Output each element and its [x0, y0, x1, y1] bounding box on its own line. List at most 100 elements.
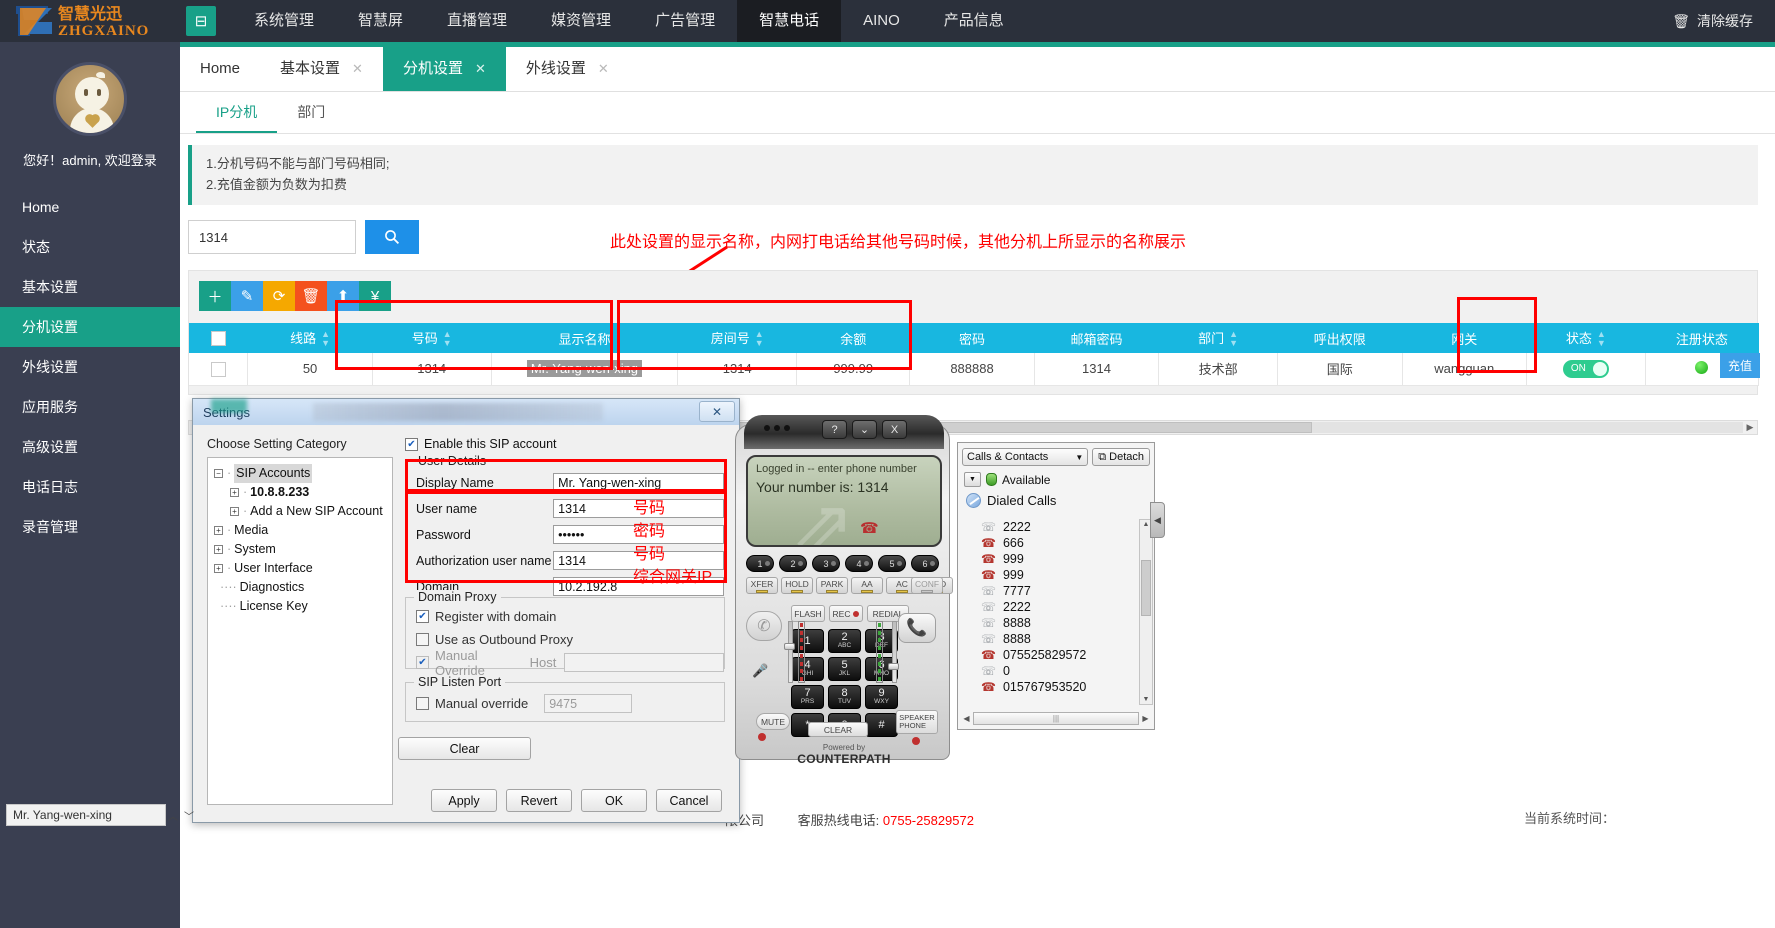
subtab-department[interactable]: 部门: [277, 92, 345, 133]
scroll-thumb[interactable]: [1141, 560, 1151, 616]
sidebar-item-recordings[interactable]: 录音管理: [0, 507, 180, 547]
header-status[interactable]: 状态▲▼: [1526, 323, 1645, 353]
list-item[interactable]: ☎999: [959, 567, 1137, 583]
header-call-permission[interactable]: 呼出权限: [1278, 323, 1402, 353]
row-recharge-button[interactable]: 充值: [1720, 353, 1760, 378]
add-button[interactable]: ＋: [199, 281, 231, 311]
use-outbound-proxy-checkbox[interactable]: ✔: [416, 633, 429, 646]
sidebar-item-trunk-settings[interactable]: 外线设置: [0, 347, 180, 387]
sidebar-item-status[interactable]: 状态: [0, 227, 180, 267]
line-key-1[interactable]: 1: [746, 555, 774, 572]
line-key-2[interactable]: 2: [779, 555, 807, 572]
tab-extension-settings[interactable]: 分机设置 ✕: [383, 46, 506, 91]
sip-manual-override-row[interactable]: ✔ Manual override 9475: [416, 692, 724, 715]
select-all-checkbox[interactable]: [211, 331, 226, 346]
list-item[interactable]: ☎015767953520: [959, 679, 1137, 695]
speaker-volume-slider[interactable]: [888, 621, 900, 670]
tree-node-user-interface[interactable]: + ·User Interface: [212, 559, 388, 578]
sidebar-item-advanced-settings[interactable]: 高级设置: [0, 427, 180, 467]
expand-icon[interactable]: +: [230, 507, 239, 516]
list-item[interactable]: ☏8888: [959, 631, 1137, 647]
topnav-item-6[interactable]: AINO: [841, 0, 922, 42]
park-button[interactable]: PARK: [816, 577, 848, 594]
register-with-domain-row[interactable]: ✔ Register with domain: [416, 605, 724, 628]
delete-button[interactable]: 🗑: [295, 281, 327, 311]
export-button[interactable]: ⬆: [327, 281, 359, 311]
expand-icon[interactable]: +: [230, 488, 239, 497]
close-icon[interactable]: X: [882, 420, 907, 439]
line-key-3[interactable]: 3: [812, 555, 840, 572]
tree-node-license-key[interactable]: ····License Key: [212, 597, 388, 616]
panel-collapse-handle[interactable]: ◀: [1150, 502, 1165, 538]
sort-icon[interactable]: ▲▼: [1229, 330, 1238, 348]
header-department[interactable]: 部门▲▼: [1159, 323, 1278, 353]
recharge-button[interactable]: ¥: [359, 281, 391, 311]
refresh-button[interactable]: ⟳: [263, 281, 295, 311]
list-item[interactable]: ☎075525829572: [959, 647, 1137, 663]
subtab-ip-extension[interactable]: IP分机: [196, 92, 277, 133]
key-4[interactable]: 4GHI: [791, 657, 824, 681]
sip-manual-override-checkbox[interactable]: ✔: [416, 697, 429, 710]
list-item[interactable]: ☏7777: [959, 583, 1137, 599]
tree-node-system[interactable]: + ·System: [212, 540, 388, 559]
calls-list-horizontal-scrollbar[interactable]: ◀ ||| ▶: [960, 711, 1152, 726]
collapse-icon[interactable]: −: [214, 469, 223, 478]
line-key-4[interactable]: 4: [845, 555, 873, 572]
scroll-down-icon[interactable]: ▼: [1140, 696, 1152, 703]
list-item[interactable]: ☏0: [959, 663, 1137, 679]
dialed-calls-list[interactable]: ☏2222 ☎666 ☎999 ☎999 ☏7777 ☏2222 ☏8888 ☏…: [959, 519, 1137, 705]
expand-icon[interactable]: +: [214, 526, 223, 535]
minimize-button[interactable]: ⌄: [852, 420, 877, 439]
conf-button[interactable]: CONF: [911, 577, 943, 594]
line-key-6[interactable]: 6: [911, 555, 939, 572]
line-key-5[interactable]: 5: [878, 555, 906, 572]
mic-volume-slider[interactable]: [784, 621, 796, 650]
xfer-button[interactable]: XFER: [746, 577, 778, 594]
speakerphone-button[interactable]: SPEAKERPHONE: [896, 710, 938, 734]
download-item[interactable]: Mr. Yang-wen-xing: [6, 804, 166, 826]
close-icon[interactable]: ✕: [699, 401, 735, 422]
tree-node-add-account[interactable]: + ·Add a New SIP Account: [212, 502, 388, 521]
scroll-thumb[interactable]: |||: [973, 712, 1139, 725]
header-gateway[interactable]: 网关: [1402, 323, 1526, 353]
header-display-name[interactable]: 显示名称: [491, 323, 678, 353]
list-item[interactable]: ☎666: [959, 535, 1137, 551]
search-button[interactable]: [365, 220, 419, 254]
edit-button[interactable]: ✎: [231, 281, 263, 311]
dialog-titlebar[interactable]: Settings ✕: [193, 399, 739, 425]
header-number[interactable]: 号码▲▼: [372, 323, 491, 353]
sort-icon[interactable]: ▲▼: [443, 330, 452, 348]
sidebar-item-call-logs[interactable]: 电话日志: [0, 467, 180, 507]
header-mail-password[interactable]: 邮箱密码: [1034, 323, 1158, 353]
app-logo[interactable]: 智慧光迅 ZHGXAINO: [0, 0, 180, 42]
aa-button[interactable]: AA: [851, 577, 883, 594]
presence-dropdown[interactable]: ▼: [964, 472, 981, 487]
display-name-input[interactable]: Mr. Yang-wen-xing: [553, 473, 724, 492]
sidebar-item-basic-settings[interactable]: 基本设置: [0, 267, 180, 307]
key-hash[interactable]: #: [865, 713, 898, 737]
expand-icon[interactable]: +: [214, 564, 223, 573]
clear-button[interactable]: Clear: [398, 737, 531, 760]
hold-button[interactable]: HOLD: [781, 577, 813, 594]
tab-trunk-settings[interactable]: 外线设置 ✕: [506, 46, 629, 91]
topnav-item-5[interactable]: 智慧电话: [737, 0, 841, 42]
close-icon[interactable]: ✕: [352, 46, 363, 91]
dialed-calls-group[interactable]: Dialed Calls: [958, 491, 1154, 510]
rec-button[interactable]: REC: [829, 605, 863, 622]
header-select-all[interactable]: [189, 323, 248, 353]
list-item[interactable]: ☏2222: [959, 519, 1137, 535]
header-room[interactable]: 房间号▲▼: [678, 323, 797, 353]
header-balance[interactable]: 余额: [797, 323, 910, 353]
clear-key-button[interactable]: CLEAR: [808, 722, 868, 737]
scroll-right-icon[interactable]: ▶: [1139, 714, 1152, 723]
tab-home[interactable]: Home: [180, 46, 260, 91]
topnav-item-7[interactable]: 产品信息: [922, 0, 1026, 42]
sort-icon[interactable]: ▲▼: [755, 330, 764, 348]
topnav-item-1[interactable]: 智慧屏: [336, 0, 425, 42]
header-password[interactable]: 密码: [910, 323, 1034, 353]
sort-icon[interactable]: ▲▼: [1597, 330, 1606, 348]
flash-button[interactable]: FLASH: [791, 605, 825, 622]
mute-button[interactable]: MUTE: [756, 713, 790, 730]
help-button[interactable]: ?: [822, 420, 847, 439]
header-register-state[interactable]: 注册状态: [1645, 323, 1758, 353]
